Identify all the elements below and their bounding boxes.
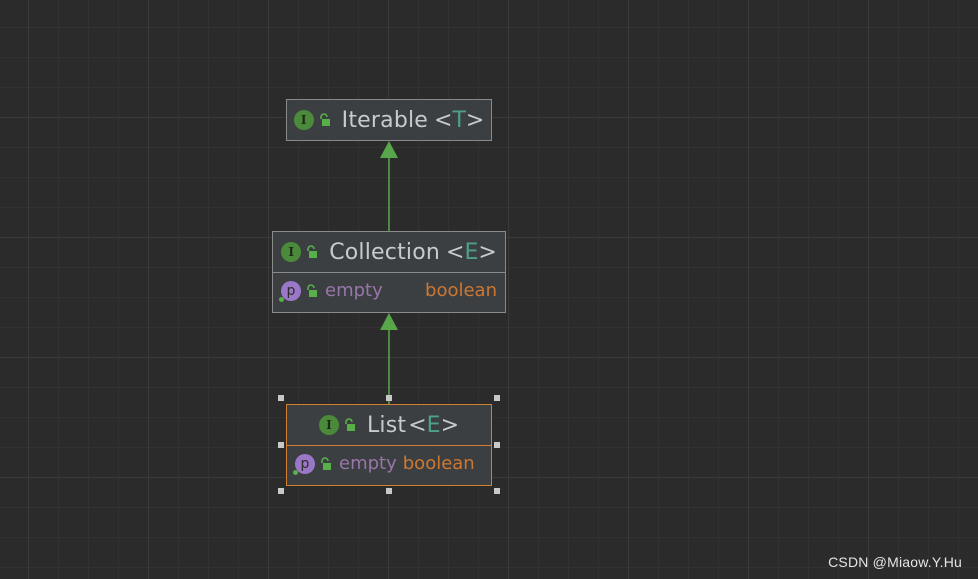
property-icon: p <box>279 280 301 302</box>
unlocked-public-icon <box>307 245 318 258</box>
unlocked-public-icon <box>345 418 355 431</box>
node-collection-header[interactable]: I Collection <E> <box>273 232 505 272</box>
unlocked-public-icon <box>307 283 317 297</box>
inheritance-arrowhead-iterable <box>380 141 398 158</box>
unlocked-public-icon <box>321 456 331 470</box>
node-collection-type-params: <E> <box>446 239 497 265</box>
resize-handle-bottom-center[interactable] <box>386 488 392 494</box>
field-type: boolean <box>425 280 497 301</box>
node-collection-name: Collection <box>329 239 441 265</box>
resize-handle-bottom-right[interactable] <box>494 488 500 494</box>
node-iterable[interactable]: I Iterable <T> <box>286 99 492 141</box>
node-collection-field-row[interactable]: p empty boolean <box>273 272 505 308</box>
resize-handle-bottom-left[interactable] <box>278 488 284 494</box>
type-param: E <box>426 412 441 438</box>
resize-handle-top-left[interactable] <box>278 395 284 401</box>
field-name: empty <box>339 453 397 474</box>
property-icon: p <box>293 453 315 475</box>
resize-handle-middle-left[interactable] <box>278 442 284 448</box>
field-type: boolean <box>402 453 475 474</box>
resize-handle-top-center[interactable] <box>386 395 392 401</box>
node-iterable-name: Iterable <box>341 107 429 133</box>
watermark: CSDN @Miaow.Y.Hu <box>828 554 962 570</box>
type-param: T <box>452 107 466 133</box>
node-list-header[interactable]: I List <E> <box>287 405 491 445</box>
node-list[interactable]: I List <E> p empty boolean <box>286 404 492 486</box>
interface-icon: I <box>318 415 339 435</box>
node-list-field-row[interactable]: p empty boolean <box>287 445 491 481</box>
node-iterable-type-params: <T> <box>434 107 485 133</box>
public-dot-icon <box>293 469 298 475</box>
interface-icon: I <box>293 110 314 130</box>
resize-handle-middle-right[interactable] <box>494 442 500 448</box>
inheritance-arrowhead-collection <box>380 313 398 330</box>
resize-handle-top-right[interactable] <box>494 395 500 401</box>
node-list-name: List <box>366 412 407 438</box>
diagram-canvas[interactable]: I Iterable <T> I Collection <E> p empty … <box>0 0 978 579</box>
node-list-type-params: <E> <box>408 412 460 438</box>
unlocked-public-icon <box>319 113 330 126</box>
public-dot-icon <box>279 296 284 302</box>
type-param: E <box>464 239 479 265</box>
node-collection[interactable]: I Collection <E> p empty boolean <box>272 231 506 313</box>
field-name: empty <box>325 280 383 301</box>
node-iterable-header[interactable]: I Iterable <T> <box>287 100 491 140</box>
interface-icon: I <box>281 242 302 262</box>
